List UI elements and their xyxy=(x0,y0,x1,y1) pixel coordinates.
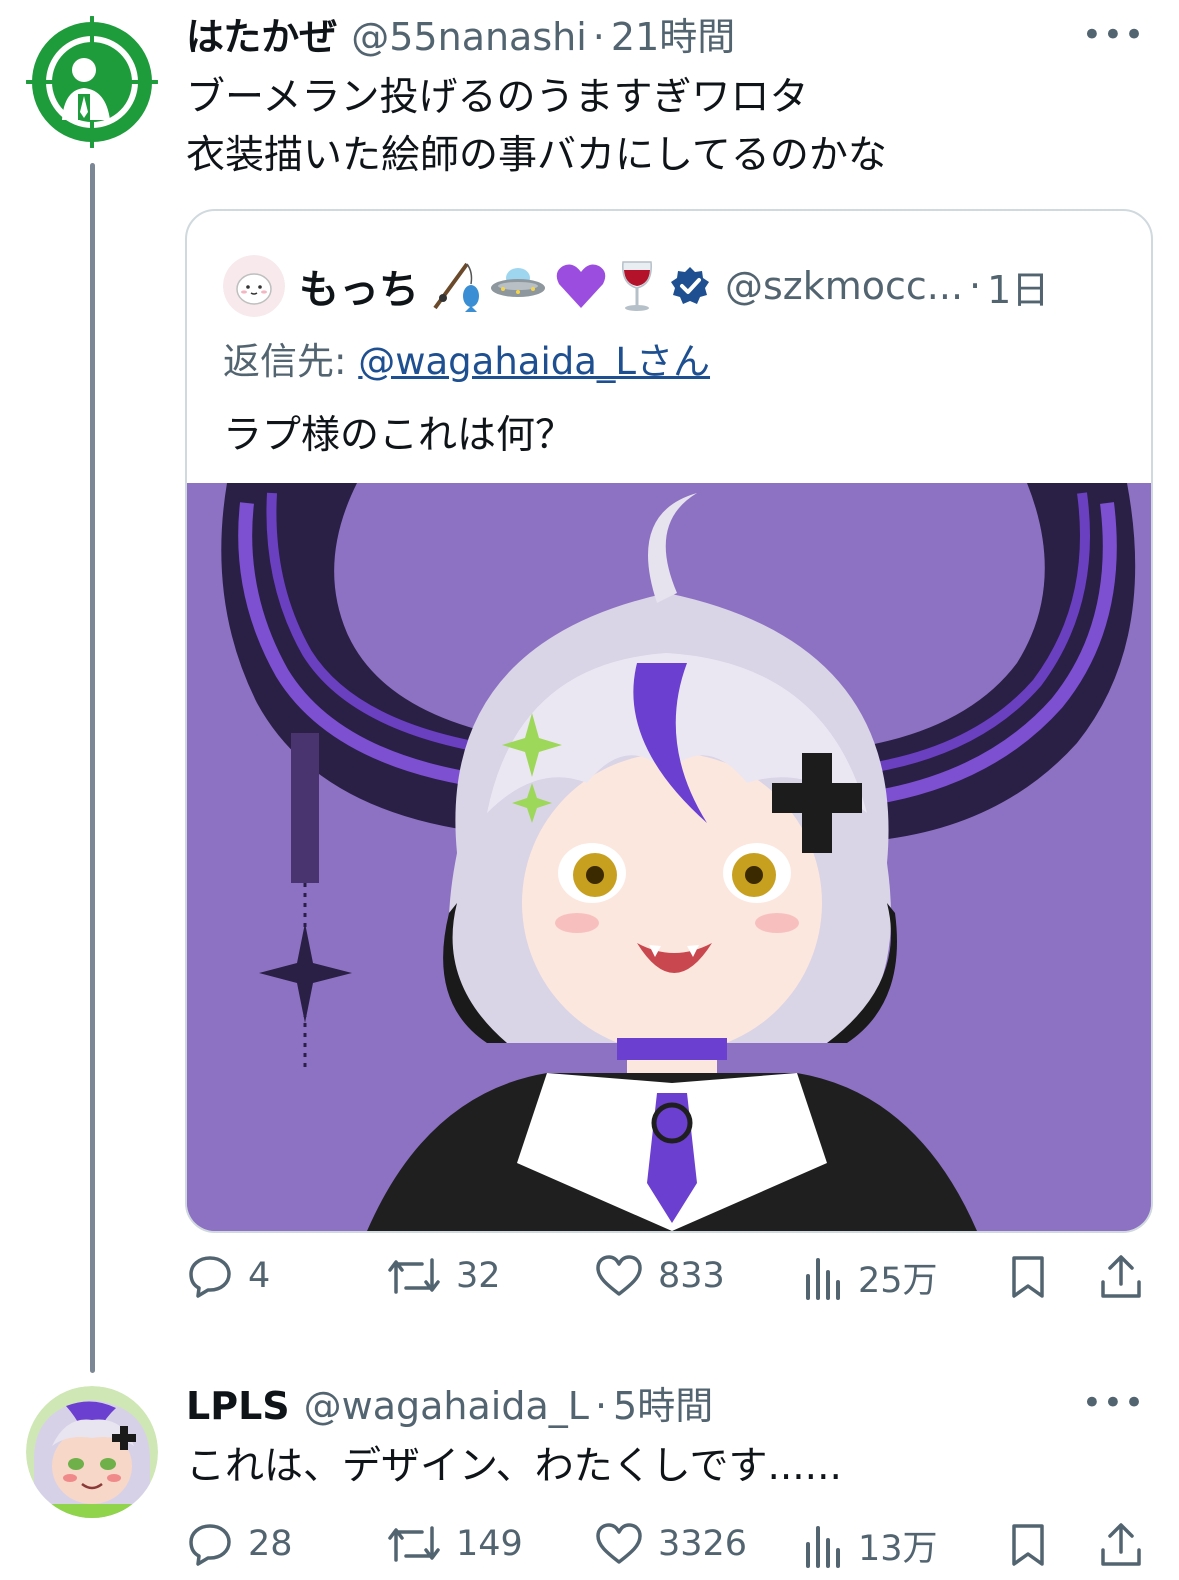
more-options-icon[interactable]: ••• xyxy=(1082,18,1145,52)
like-count: 3326 xyxy=(658,1524,748,1564)
tweet-text-line: 衣装描いた絵師の事バカにしてるのかな xyxy=(186,133,887,178)
reply-count: 28 xyxy=(248,1524,293,1564)
repost-count: 32 xyxy=(456,1256,501,1296)
like-button[interactable]: 3326 xyxy=(594,1520,747,1568)
reply-context: 返信先: @wagahaida_Lさん xyxy=(223,331,710,385)
quoted-timestamp[interactable]: 1日 xyxy=(987,259,1049,314)
quoted-tweet-image[interactable] xyxy=(187,483,1151,1231)
repost-icon xyxy=(388,1526,440,1562)
tweet-text: これは、デザイン、わたくしです...... xyxy=(186,1444,842,1489)
reply-count: 4 xyxy=(248,1256,271,1296)
more-options-icon[interactable]: ••• xyxy=(1082,1386,1145,1420)
fishing-pole-icon xyxy=(433,262,479,312)
tweet-header: LPLS @wagahaida_L · 5時間 xyxy=(186,1384,713,1428)
share-button[interactable] xyxy=(1098,1520,1144,1570)
timestamp[interactable]: 5時間 xyxy=(613,1384,713,1428)
thread-connector-line xyxy=(90,163,95,1373)
reply-button[interactable]: 28 xyxy=(186,1520,293,1568)
purple-heart-icon xyxy=(556,264,606,308)
reply-icon xyxy=(189,1256,231,1298)
reply-prefix: 返信先: xyxy=(223,340,359,383)
separator-dot: · xyxy=(969,264,982,308)
tweet-actions: 4 32 833 25万 xyxy=(186,1252,1156,1312)
quoted-tweet-header: もっち @szkmocc... · 1日 xyxy=(223,255,1049,317)
views-chart-icon xyxy=(806,1525,840,1568)
tweet-text: ブーメラン投げるのうますぎワロタ 衣装描いた絵師の事バカにしてるのかな xyxy=(186,69,887,185)
views-count: 13万 xyxy=(858,1529,938,1569)
repost-button[interactable]: 149 xyxy=(386,1520,523,1568)
wine-glass-icon xyxy=(622,261,652,311)
reply-button[interactable]: 4 xyxy=(186,1252,270,1300)
views-chart-icon xyxy=(806,1257,840,1300)
heart-icon xyxy=(596,1255,642,1296)
views-count: 25万 xyxy=(858,1261,938,1301)
quoted-user-handle[interactable]: @szkmocc... xyxy=(725,264,963,308)
heart-icon xyxy=(596,1523,642,1564)
share-button[interactable] xyxy=(1098,1252,1144,1302)
avatar-hatakaze[interactable] xyxy=(26,16,158,148)
avatar-lpls[interactable] xyxy=(26,1386,158,1518)
like-count: 833 xyxy=(658,1256,725,1296)
views-button[interactable]: 13万 xyxy=(802,1520,938,1571)
bookmark-icon xyxy=(1012,1524,1044,1566)
verified-badge-icon xyxy=(669,265,711,307)
repost-icon xyxy=(388,1258,440,1294)
quoted-display-name[interactable]: もっち xyxy=(299,257,419,315)
like-button[interactable]: 833 xyxy=(594,1252,725,1300)
ufo-icon xyxy=(491,268,545,297)
tweet-text-line: ブーメラン投げるのうますぎワロタ xyxy=(186,75,809,120)
share-icon xyxy=(1101,1255,1141,1298)
share-icon xyxy=(1101,1523,1141,1566)
bookmark-icon xyxy=(1012,1256,1044,1298)
bookmark-button[interactable] xyxy=(1008,1252,1048,1302)
display-name[interactable]: はたかぜ xyxy=(186,15,337,59)
avatar-mocchi[interactable] xyxy=(223,255,285,317)
reply-icon xyxy=(189,1524,231,1566)
views-button[interactable]: 25万 xyxy=(802,1252,938,1303)
quoted-tweet-card[interactable]: もっち @szkmocc... · 1日 返信先: @wagahaida_Lさん… xyxy=(185,209,1153,1233)
tweet-header: はたかぜ @55nanashi · 21時間 xyxy=(186,15,735,59)
display-name[interactable]: LPLS xyxy=(186,1384,290,1428)
repost-count: 149 xyxy=(456,1524,523,1564)
separator-dot: · xyxy=(594,1384,608,1428)
name-emojis xyxy=(427,258,659,314)
separator-dot: · xyxy=(592,15,605,59)
tweet-actions: 28 149 3326 13万 xyxy=(186,1520,1156,1580)
quoted-tweet-text: ラプ様のこれは何？ xyxy=(223,413,575,458)
user-handle[interactable]: @55nanashi xyxy=(351,15,587,59)
timestamp[interactable]: 21時間 xyxy=(611,15,735,59)
bookmark-button[interactable] xyxy=(1008,1520,1048,1570)
repost-button[interactable]: 32 xyxy=(386,1252,501,1300)
reply-to-link[interactable]: @wagahaida_Lさん xyxy=(358,340,710,383)
user-handle[interactable]: @wagahaida_L xyxy=(304,1384,589,1428)
